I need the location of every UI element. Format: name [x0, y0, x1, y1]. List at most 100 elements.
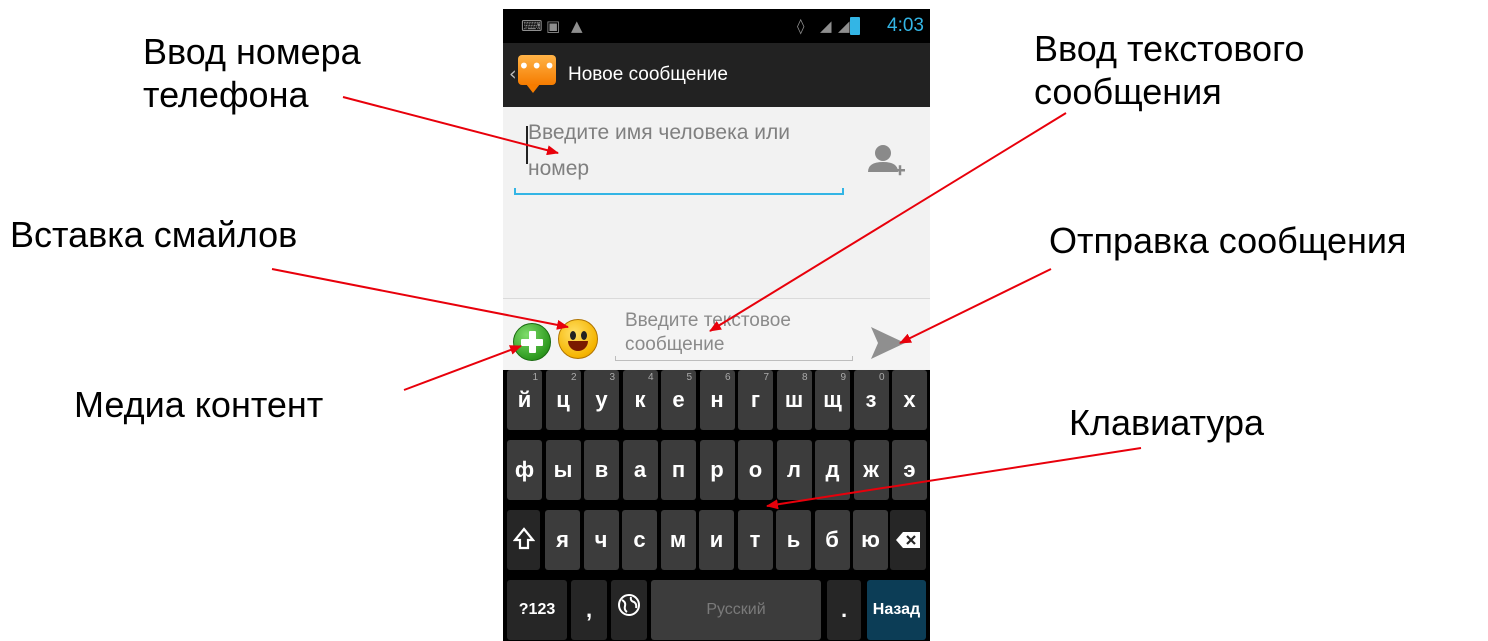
key[interactable]: в	[584, 440, 619, 500]
key[interactable]: а	[622, 440, 658, 500]
period-key[interactable]: .	[827, 580, 861, 640]
key[interactable]: с	[622, 510, 657, 570]
annotation-line: телефона	[143, 74, 309, 115]
enter-key[interactable]: Назад	[867, 580, 926, 640]
key-label: щ	[823, 387, 842, 412]
messaging-app-icon: •••	[518, 55, 556, 93]
key[interactable]: ж	[853, 440, 889, 500]
key-label: ш	[784, 387, 804, 412]
status-bar: ⌨ ▣ ▲ ◊ ◢ ◢ 4:03	[503, 9, 930, 43]
key-hint: 4	[647, 372, 654, 383]
key-hint: 8	[801, 372, 808, 383]
shift-icon	[512, 527, 535, 550]
key[interactable]: ю	[853, 510, 888, 570]
add-contact-icon[interactable]	[866, 142, 906, 182]
send-icon[interactable]	[870, 326, 906, 360]
key[interactable]: л	[776, 440, 812, 500]
battery-icon	[850, 17, 860, 35]
annotation-keyboard: Клавиатура	[1069, 402, 1264, 443]
key[interactable]: ц2	[545, 370, 581, 430]
smiley-eye	[570, 331, 576, 340]
key[interactable]: я	[545, 510, 580, 570]
up-button[interactable]: ‹ •••	[503, 43, 559, 107]
page-title: Новое сообщение	[568, 64, 728, 85]
action-bar: ‹ ••• Новое сообщение	[503, 43, 930, 107]
backspace-icon	[896, 532, 920, 548]
key-label: у	[595, 387, 608, 412]
signal-icon: ◢	[838, 17, 850, 35]
key[interactable]: т	[737, 510, 773, 570]
key-label: ц	[556, 387, 570, 412]
annotation-line: сообщения	[1034, 71, 1222, 112]
annotation-phone-input: Ввод номера телефона	[143, 30, 361, 116]
key[interactable]: ф	[507, 440, 542, 500]
key[interactable]: ш8	[776, 370, 812, 430]
keyboard: й1ц2у3к4е5н6г7ш8щ9з0х фывапролджэ ячсмит…	[503, 370, 930, 641]
space-key[interactable]: Русский	[651, 580, 821, 640]
chevron-left-icon: ‹	[509, 63, 517, 85]
warning-icon: ▲	[571, 17, 583, 35]
key[interactable]: е5	[661, 370, 696, 430]
key[interactable]: й1	[507, 370, 542, 430]
key-hint: 2	[570, 372, 577, 383]
key[interactable]: щ9	[815, 370, 850, 430]
vibrate-icon: ◊	[797, 17, 805, 35]
key[interactable]: н6	[699, 370, 735, 430]
annotation-line: Ввод текстового	[1034, 28, 1305, 69]
annotation-text-input: Ввод текстового сообщения	[1034, 27, 1304, 113]
key[interactable]: о	[738, 440, 773, 500]
annotation-send: Отправка сообщения	[1049, 220, 1407, 261]
smiley-mouth	[568, 341, 588, 351]
shift-key[interactable]	[507, 510, 540, 570]
annotation-media: Медиа контент	[74, 384, 324, 425]
smiley-button[interactable]	[558, 319, 598, 359]
key[interactable]: д	[815, 440, 850, 500]
key-hint: 9	[840, 372, 846, 383]
key-label: х	[903, 387, 916, 412]
key[interactable]: п	[661, 440, 696, 500]
key[interactable]: р	[699, 440, 735, 500]
key[interactable]: м	[660, 510, 696, 570]
key[interactable]: ь	[776, 510, 811, 570]
key-label: з	[865, 387, 877, 412]
globe-icon	[618, 594, 640, 616]
text-cursor	[526, 126, 528, 164]
key-label: й	[517, 387, 532, 412]
key-hint: 1	[532, 372, 538, 383]
key[interactable]: ы	[545, 440, 581, 500]
key-hint: 6	[724, 372, 731, 383]
annotation-line: Ввод номера	[143, 31, 361, 72]
message-input[interactable]: Введите текстовое сообщение	[615, 307, 853, 361]
key[interactable]: г7	[738, 370, 773, 430]
annotation-smileys: Вставка смайлов	[10, 214, 298, 255]
key[interactable]: х	[892, 370, 927, 430]
key-label: н	[710, 387, 724, 412]
key[interactable]: з0	[853, 370, 889, 430]
key-hint: 7	[763, 372, 769, 383]
key[interactable]: ч	[583, 510, 619, 570]
image-icon: ▣	[546, 17, 561, 35]
key-hint: 0	[878, 372, 885, 383]
key[interactable]: и	[699, 510, 734, 570]
key-label: е	[672, 387, 685, 412]
key-label: к	[634, 387, 646, 412]
key[interactable]: у3	[584, 370, 619, 430]
signal-icon: ◢	[820, 17, 832, 35]
backspace-key[interactable]	[890, 510, 926, 570]
comma-key[interactable]: ,	[571, 580, 607, 640]
compose-bar: Введите текстовое сообщение	[503, 298, 930, 369]
language-key[interactable]	[611, 580, 647, 640]
key[interactable]: э	[892, 440, 927, 500]
smiley-eye	[581, 331, 587, 340]
key[interactable]: б	[814, 510, 850, 570]
key-label: г	[750, 387, 761, 412]
phone-screen: ⌨ ▣ ▲ ◊ ◢ ◢ 4:03 ‹ ••• Новое сообщение В…	[503, 9, 930, 641]
key-hint: 5	[686, 372, 692, 383]
symbols-key[interactable]: ?123	[507, 580, 567, 640]
recipient-input[interactable]: Введите имя человека или номер	[514, 115, 844, 195]
keyboard-icon: ⌨	[521, 17, 543, 35]
key-hint: 3	[609, 372, 615, 383]
add-media-button[interactable]	[513, 323, 551, 361]
key[interactable]: к4	[622, 370, 658, 430]
status-time: 4:03	[887, 15, 924, 36]
